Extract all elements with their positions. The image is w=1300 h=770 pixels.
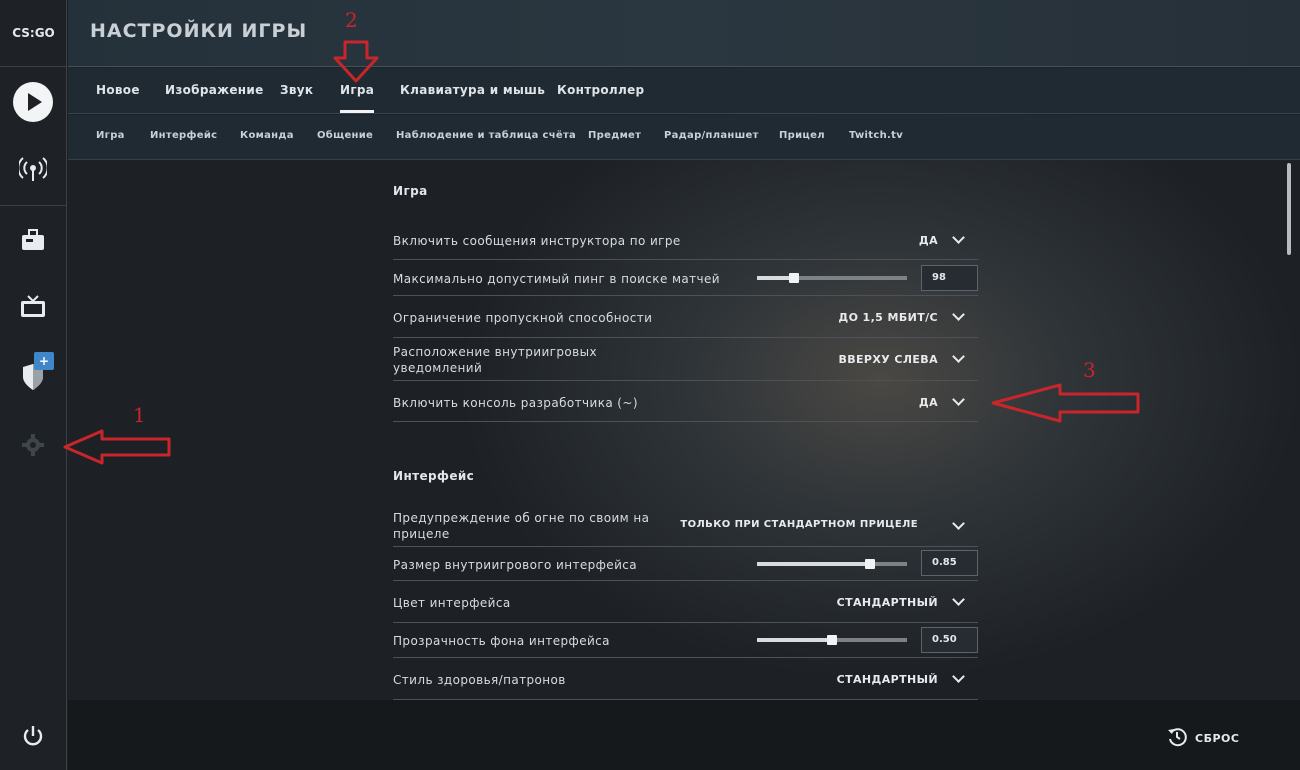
setting-row[interactable]: Предупреждение об огне по своим на прице… (393, 507, 978, 547)
dropdown-value[interactable]: ДО 1,5 МБИТ/С (838, 311, 938, 324)
setting-label: Предупреждение об огне по своим на прице… (393, 511, 650, 541)
annotation-arrow-left-icon (63, 429, 171, 465)
new-badge: + (34, 352, 54, 370)
main-tabs: Новое Изображение Звук Игра Клавиатура и… (68, 68, 1300, 114)
subtab-radar[interactable]: Радар/планшет (664, 130, 759, 141)
slider-thumb[interactable] (827, 635, 837, 645)
setting-row[interactable]: Включить консоль разработчика (~) ДА (393, 381, 978, 422)
tab-controller[interactable]: Контроллер (557, 83, 644, 97)
setting-row[interactable]: Включить сообщения инструктора по игре Д… (393, 222, 978, 260)
hud-scale-input[interactable]: 0.85 (921, 550, 978, 576)
section-title-game: Игра (393, 184, 428, 198)
tab-audio[interactable]: Звук (280, 83, 313, 97)
slider-track[interactable] (757, 273, 907, 283)
slider-thumb[interactable] (789, 273, 799, 283)
annotation-number-1: 1 (133, 403, 146, 427)
setting-label: Прозрачность фона интерфейса (393, 634, 610, 648)
subtab-team[interactable]: Команда (240, 130, 294, 141)
setting-label: Максимально допустимый пинг в поиске мат… (393, 272, 721, 286)
reset-icon[interactable] (1167, 727, 1187, 751)
broadcast-icon[interactable] (13, 150, 53, 190)
slider-fill (757, 638, 832, 642)
setting-row[interactable]: Цвет интерфейса СТАНДАРТНЫЙ (393, 581, 978, 623)
setting-label: Включить консоль разработчика (~) (393, 396, 638, 410)
tab-game[interactable]: Игра (340, 83, 374, 97)
setting-row[interactable]: Размер внутриигрового интерфейса 0.85 (393, 547, 978, 581)
subtab-communication[interactable]: Общение (317, 130, 373, 141)
setting-row[interactable]: Максимально допустимый пинг в поиске мат… (393, 260, 978, 296)
subtab-crosshair[interactable]: Прицел (779, 130, 825, 141)
footer (68, 700, 1300, 770)
chevron-down-icon[interactable] (952, 517, 965, 530)
header: НАСТРОЙКИ ИГРЫ (68, 0, 1300, 67)
sidebar-divider (0, 205, 67, 206)
power-icon[interactable] (13, 716, 53, 756)
setting-row[interactable]: Ограничение пропускной способности ДО 1,… (393, 296, 978, 338)
sub-tabs: Игра Интерфейс Команда Общение Наблюдени… (68, 115, 1300, 160)
annotation-arrow-down-icon (333, 40, 379, 83)
chevron-down-icon[interactable] (952, 393, 965, 406)
dropdown-value[interactable]: СТАНДАРТНЫЙ (837, 596, 938, 609)
tab-video[interactable]: Изображение (165, 83, 264, 97)
hud-alpha-input[interactable]: 0.50 (921, 627, 978, 653)
dropdown-value[interactable]: ДА (919, 396, 938, 409)
sidebar: CS:GO + (0, 0, 67, 770)
active-tab-indicator (340, 110, 374, 113)
setting-row[interactable]: Стиль здоровья/патронов СТАНДАРТНЫЙ (393, 658, 978, 700)
chevron-down-icon[interactable] (952, 350, 965, 363)
annotation-number-3: 3 (1083, 358, 1096, 382)
setting-label: Размер внутриигрового интерфейса (393, 558, 638, 572)
dropdown-value[interactable]: ВВЕРХУ СЛЕВА (838, 353, 938, 366)
dropdown-value[interactable]: ДА (919, 234, 938, 247)
csgo-logo[interactable]: CS:GO (0, 0, 67, 67)
tv-icon[interactable] (13, 287, 53, 327)
setting-label: Включить сообщения инструктора по игре (393, 234, 681, 248)
setting-label: Цвет интерфейса (393, 596, 511, 610)
chevron-down-icon[interactable] (952, 308, 965, 321)
section-title-interface: Интерфейс (393, 469, 475, 483)
subtab-spectator-scoreboard[interactable]: Наблюдение и таблица счёта (396, 130, 576, 141)
briefcase-icon[interactable] (13, 220, 53, 260)
setting-row[interactable]: Прозрачность фона интерфейса 0.50 (393, 623, 978, 658)
ping-value-input[interactable]: 98 (921, 265, 978, 291)
setting-row[interactable]: Расположение внутриигровых уведомлений В… (393, 338, 978, 381)
gear-icon[interactable] (13, 425, 53, 465)
chevron-down-icon[interactable] (952, 670, 965, 683)
tab-new[interactable]: Новое (96, 83, 140, 97)
chevron-down-icon[interactable] (952, 231, 965, 244)
setting-label: Стиль здоровья/патронов (393, 673, 566, 687)
subtab-item[interactable]: Предмет (588, 130, 641, 141)
annotation-number-2: 2 (345, 8, 358, 32)
dropdown-value[interactable]: СТАНДАРТНЫЙ (837, 673, 938, 686)
subtab-game[interactable]: Игра (96, 130, 125, 141)
setting-label: Ограничение пропускной способности (393, 311, 653, 325)
dropdown-value[interactable]: ТОЛЬКО ПРИ СТАНДАРТНОМ ПРИЦЕЛЕ (680, 519, 918, 530)
reset-button[interactable]: СБРОС (1195, 732, 1239, 745)
slider-thumb[interactable] (865, 559, 875, 569)
annotation-arrow-left-icon (991, 383, 1140, 423)
setting-label: Расположение внутриигровых уведомлений (393, 345, 597, 375)
subtab-twitch[interactable]: Twitch.tv (849, 130, 903, 141)
play-icon[interactable] (13, 82, 53, 122)
slider-fill (757, 562, 869, 566)
scrollbar[interactable] (1287, 163, 1291, 255)
tab-keyboard-mouse[interactable]: Клавиатура и мышь (400, 83, 545, 97)
subtab-interface[interactable]: Интерфейс (150, 130, 217, 141)
slider-track[interactable] (757, 635, 907, 645)
slider-track[interactable] (757, 559, 907, 569)
page-title: НАСТРОЙКИ ИГРЫ (90, 20, 308, 42)
chevron-down-icon[interactable] (952, 593, 965, 606)
